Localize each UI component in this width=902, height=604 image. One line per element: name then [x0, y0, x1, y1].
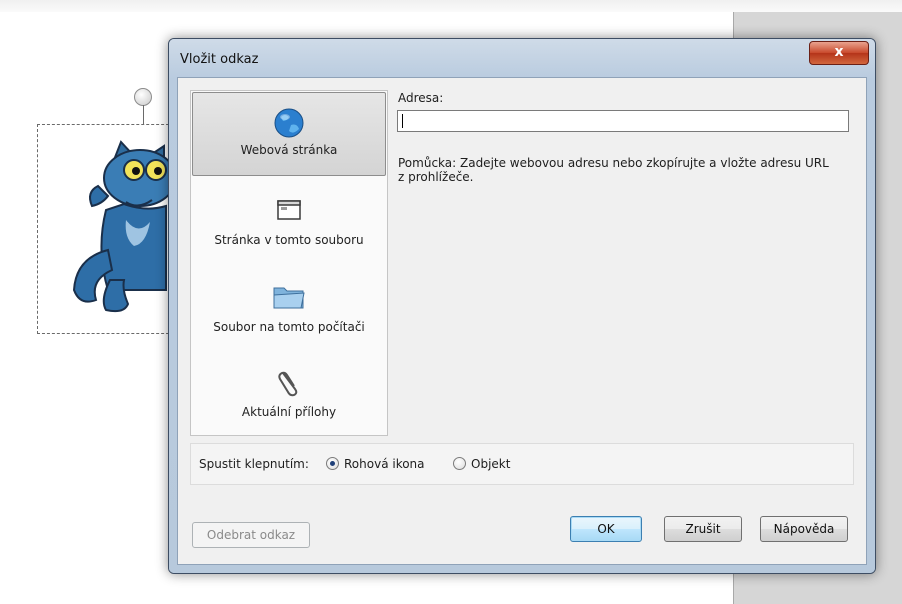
text-caret: [402, 114, 403, 128]
address-label: Adresa:: [398, 91, 444, 105]
link-type-label: Webová stránka: [240, 143, 338, 157]
remove-link-button[interactable]: Odebrat odkaz: [192, 522, 310, 548]
link-type-file-on-computer[interactable]: Soubor na tomto počítači: [193, 266, 385, 348]
rotation-handle[interactable]: [134, 88, 152, 106]
link-type-web-page[interactable]: Webová stránka: [192, 92, 386, 176]
run-on-click-label: Spustit klepnutím:: [199, 457, 309, 471]
radio-object[interactable]: [453, 457, 466, 470]
globe-icon: [193, 107, 385, 139]
cat-image[interactable]: [66, 140, 176, 320]
address-input[interactable]: [397, 110, 849, 132]
dialog-client-area: Webová stránka Stránka v tomto souboru S…: [177, 77, 867, 565]
radio-object-label[interactable]: Objekt: [471, 457, 510, 471]
ok-button[interactable]: OK: [570, 516, 642, 542]
link-type-label: Stránka v tomto souboru: [214, 233, 364, 247]
link-type-panel: Webová stránka Stránka v tomto souboru S…: [190, 90, 388, 436]
link-type-label: Aktuální přílohy: [241, 405, 337, 419]
dialog-title: Vložit odkaz: [180, 52, 259, 67]
folder-icon: [193, 280, 385, 312]
link-type-current-attachments[interactable]: Aktuální přílohy: [193, 351, 385, 433]
top-band: [0, 0, 902, 12]
rotation-handle-line: [143, 105, 144, 124]
address-hint: Pomůcka: Zadejte webovou adresu nebo zko…: [398, 156, 829, 184]
radio-corner-icon[interactable]: [326, 457, 339, 470]
cancel-button[interactable]: Zrušit: [664, 516, 742, 542]
radio-corner-icon-label[interactable]: Rohová ikona: [344, 457, 425, 471]
page-icon: [193, 193, 385, 225]
paperclip-icon: [193, 365, 385, 397]
help-button[interactable]: Nápověda: [760, 516, 848, 542]
run-on-click-group: Spustit klepnutím: Rohová ikona Objekt: [190, 443, 854, 485]
link-type-page-in-file[interactable]: Stránka v tomto souboru: [193, 179, 385, 261]
close-button[interactable]: x: [809, 41, 869, 65]
link-type-label: Soubor na tomto počítači: [213, 320, 365, 334]
insert-link-dialog: Vložit odkaz x Webová stránka Stránka v …: [168, 38, 876, 574]
